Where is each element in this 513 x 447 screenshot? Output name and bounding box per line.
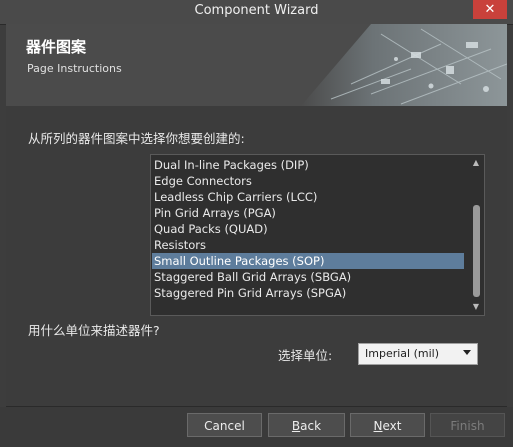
list-item[interactable]: Pin Grid Arrays (PGA) (152, 205, 464, 221)
unit-selected-value: Imperial (mil) (365, 347, 439, 360)
scroll-up-arrow-icon[interactable]: ▲ (469, 156, 483, 170)
pattern-list: Dual In-line Packages (DIP) Edge Connect… (152, 157, 464, 301)
pattern-listbox[interactable]: Dual In-line Packages (DIP) Edge Connect… (150, 154, 485, 316)
back-accelerator: B (291, 419, 301, 433)
list-item-selected[interactable]: Small Outline Packages (SOP) (152, 253, 464, 269)
unit-label: 选择单位: (278, 348, 333, 363)
pattern-prompt: 从所列的器件图案中选择你想要创建的: (28, 131, 245, 146)
wizard-header: 器件图案 Page Instructions (6, 24, 507, 107)
page-title: 器件图案 (26, 38, 87, 56)
finish-button[interactable]: Finish (430, 413, 505, 437)
window-title: Component Wizard (194, 3, 319, 18)
title-bar[interactable]: Component Wizard ✕ (0, 0, 513, 25)
pcb-banner-image (301, 24, 507, 106)
finish-label: Finish (450, 419, 485, 433)
list-item[interactable]: Leadless Chip Carriers (LCC) (152, 189, 464, 205)
unit-dropdown[interactable]: Imperial (mil) (358, 343, 478, 365)
list-item[interactable]: Edge Connectors (152, 173, 464, 189)
chevron-down-icon (463, 350, 471, 355)
scroll-thumb[interactable] (473, 205, 480, 297)
close-button[interactable]: ✕ (473, 0, 507, 19)
list-scrollbar[interactable]: ▲ ▼ (469, 156, 483, 314)
list-item[interactable]: Resistors (152, 237, 464, 253)
next-label: ext (382, 419, 402, 433)
unit-prompt: 用什么单位来描述器件? (28, 323, 160, 338)
cancel-label: Cancel (204, 419, 245, 433)
page-subtitle: Page Instructions (27, 62, 122, 75)
wizard-window: Component Wizard ✕ 器件图案 Page Instruction… (0, 0, 513, 447)
list-item[interactable]: Dual In-line Packages (DIP) (152, 157, 464, 173)
close-icon: ✕ (484, 2, 496, 17)
back-button[interactable]: Back (268, 413, 345, 437)
cancel-button[interactable]: Cancel (187, 413, 262, 437)
list-item[interactable]: Staggered Ball Grid Arrays (SBGA) (152, 269, 464, 285)
scroll-down-arrow-icon[interactable]: ▼ (469, 300, 483, 314)
back-label: ack (300, 419, 322, 433)
next-button[interactable]: Next (350, 413, 425, 437)
list-item[interactable]: Quad Packs (QUAD) (152, 221, 464, 237)
wizard-content: 从所列的器件图案中选择你想要创建的: Dual In-line Packages… (6, 106, 507, 407)
button-bar: Cancel Back Next Finish (0, 407, 513, 447)
next-accelerator: N (373, 419, 383, 433)
list-item[interactable]: Staggered Pin Grid Arrays (SPGA) (152, 285, 464, 301)
